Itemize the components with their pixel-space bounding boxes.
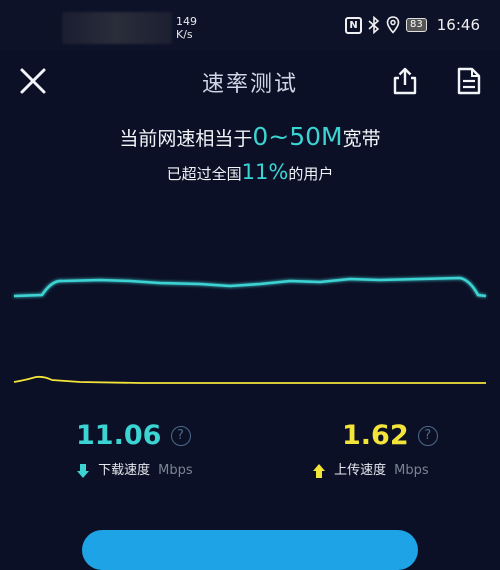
bluetooth-icon — [368, 16, 380, 34]
upload-speed-line — [13, 375, 486, 384]
download-metric: 11.06 ? 下载速度 Mbps — [76, 420, 276, 479]
page-title: 速率测试 — [201, 72, 298, 97]
status-icons: N 83 16:46 — [345, 14, 480, 36]
network-speed: 149 K/s — [176, 15, 197, 41]
blurred-notification-area — [62, 12, 172, 44]
download-unit: Mbps — [158, 463, 193, 478]
share-icon[interactable] — [390, 66, 420, 96]
ranking-percent: 11% — [241, 160, 289, 184]
arrow-down-icon — [77, 463, 89, 478]
ranking-suffix: 的用户 — [288, 165, 334, 183]
download-speed-line — [13, 276, 487, 298]
nfc-icon: N — [345, 16, 363, 34]
upload-metric: 1.62 ? 上传速度 Mbps — [312, 420, 500, 479]
clock: 16:46 — [436, 16, 480, 34]
help-icon[interactable]: ? — [170, 425, 191, 446]
headline-suffix: 宽带 — [342, 128, 381, 150]
ranking-prefix: 已超过全国 — [166, 165, 242, 183]
title-bar: 速率测试 — [0, 54, 500, 110]
network-speed-value: 149 — [176, 15, 197, 28]
bandwidth-range: 0~50M — [252, 122, 343, 151]
upload-label: 上传速度 — [334, 463, 387, 478]
battery-icon: 83 — [406, 18, 427, 32]
arrow-up-icon — [313, 463, 325, 478]
download-label: 下载速度 — [98, 463, 151, 478]
download-speed-value: 11.06 — [76, 420, 162, 451]
status-bar: 149 K/s N 83 16:46 — [0, 0, 500, 50]
help-icon[interactable]: ? — [417, 425, 438, 446]
network-speed-unit: K/s — [176, 28, 193, 41]
location-icon — [386, 16, 400, 34]
document-icon[interactable] — [454, 66, 484, 96]
upload-unit: Mbps — [394, 463, 429, 478]
headline-prefix: 当前网速相当于 — [119, 128, 253, 150]
ranking-line: 已超过全国11%的用户 — [0, 160, 500, 184]
retest-button[interactable] — [82, 530, 418, 570]
upload-speed-value: 1.62 — [342, 420, 409, 451]
speed-equivalent-line: 当前网速相当于0~50M宽带 — [0, 122, 500, 151]
speed-chart — [13, 276, 487, 384]
